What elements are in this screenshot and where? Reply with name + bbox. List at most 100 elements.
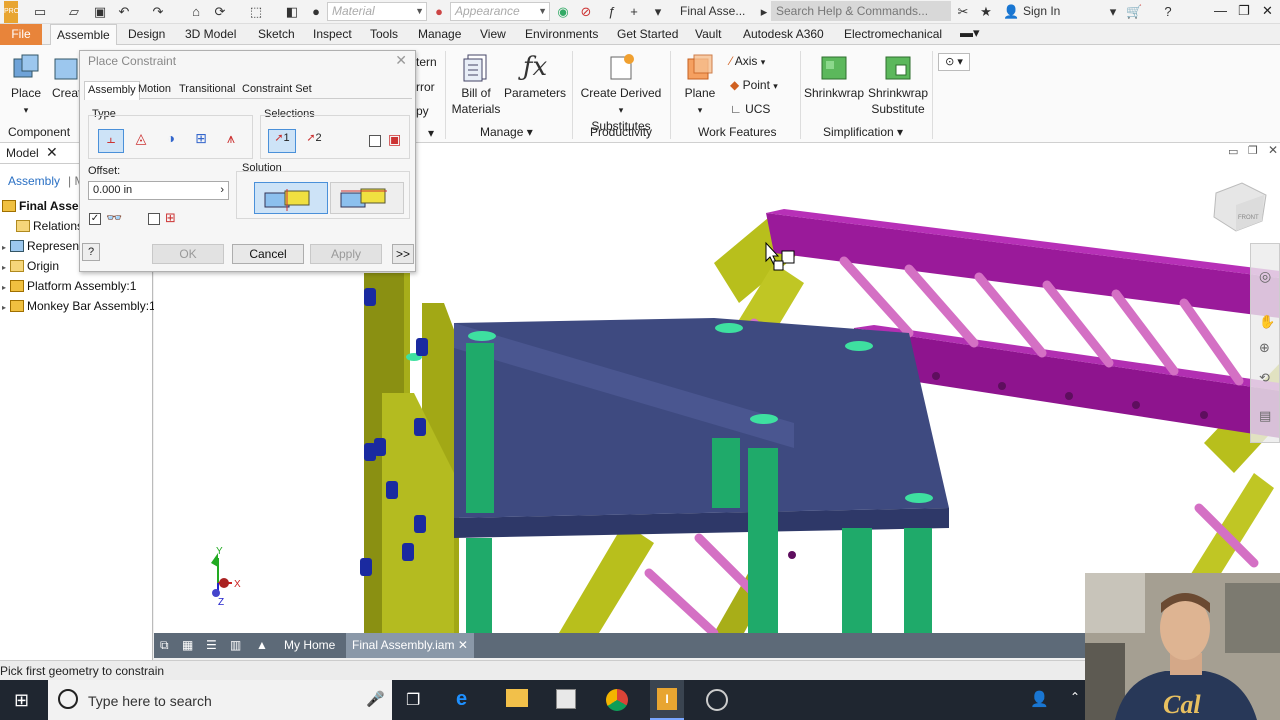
tile-vertical-icon[interactable]: ⧉ [160, 638, 169, 653]
show-preview-checkbox[interactable]: ✓ [89, 213, 101, 225]
people-icon[interactable]: 👤 [1030, 690, 1049, 708]
tile-grid-icon[interactable]: ▦ [182, 638, 193, 652]
clear-appearance-icon[interactable]: ⊘ [578, 4, 594, 20]
redo-icon[interactable]: ↷ [150, 4, 166, 20]
tab-assemble[interactable]: Assemble [50, 24, 117, 46]
manage-group-label[interactable]: Manage ▾ [480, 125, 533, 139]
windows-start-icon[interactable]: ⊞ [14, 690, 29, 711]
mate-constraint-button[interactable]: ⫠ [98, 129, 124, 153]
save-icon[interactable]: ▣ [92, 4, 108, 20]
tab-manage[interactable]: Manage [418, 27, 461, 41]
look-at-icon[interactable]: ▤ [1259, 408, 1271, 424]
tab-vault[interactable]: Vault [695, 27, 721, 41]
open-documents-icon[interactable]: ▲ [256, 638, 268, 652]
tree-item-representations[interactable]: ▸ Represen [2, 239, 79, 253]
place-button[interactable]: Place ▾ [8, 51, 44, 118]
predict-offset-checkbox[interactable] [148, 213, 160, 225]
edge-icon[interactable]: e [456, 688, 467, 711]
restore-icon[interactable]: ❐ [1238, 3, 1250, 19]
shrinkwrap-button[interactable]: Shrinkwrap [804, 51, 864, 101]
offset-arrow-icon[interactable]: › [220, 182, 224, 199]
insert-constraint-button[interactable]: ⊞ [188, 129, 214, 153]
panel-toggle-icon[interactable]: ▬▾ [960, 25, 980, 41]
tab-view[interactable]: View [480, 27, 506, 41]
steering-wheel-icon[interactable]: ◎ [1259, 268, 1271, 285]
browser-tab-assembly[interactable]: Assembly [8, 174, 60, 188]
pick-part-first-checkbox[interactable] [369, 135, 381, 147]
show-hidden-icons-icon[interactable]: ⌃ [1070, 690, 1080, 704]
create-derived-substitutes-button[interactable]: Create Derived ▾ Substitutes [578, 51, 664, 134]
tab-environments[interactable]: Environments [525, 27, 598, 41]
favorites-star-icon[interactable]: ★ [978, 4, 994, 20]
tab-3d-model[interactable]: 3D Model [185, 27, 236, 41]
task-view-icon[interactable]: ❐ [406, 690, 420, 710]
plane-button[interactable]: Plane ▾ [680, 51, 720, 118]
tab-autodesk-a360[interactable]: Autodesk A360 [743, 27, 824, 41]
tab-assembly[interactable]: Assembly [84, 81, 140, 100]
ok-button[interactable]: OK [152, 244, 224, 264]
viewport-restore-icon[interactable]: ❐ [1248, 144, 1258, 157]
fx-icon[interactable]: ƒ [604, 4, 620, 20]
new-icon[interactable]: ▭ [32, 4, 48, 20]
bill-of-materials-button[interactable]: Bill of Materials [450, 51, 502, 117]
chrome-icon[interactable] [606, 689, 628, 711]
tab-get-started[interactable]: Get Started [617, 27, 678, 41]
help-search-input[interactable]: Search Help & Commands... [771, 1, 951, 21]
cascade-icon[interactable]: ▥ [230, 638, 241, 652]
user-icon[interactable]: 👤 [1003, 4, 1019, 20]
browser-close-icon[interactable]: ✕ [46, 144, 58, 161]
tangent-constraint-button[interactable]: ◑ [158, 129, 184, 153]
color-icon[interactable]: ● [431, 4, 447, 20]
symmetry-constraint-button[interactable]: ⩚ [218, 129, 244, 153]
cart-icon[interactable]: 🛒 [1126, 4, 1142, 20]
inventor-taskbar-icon[interactable]: I [650, 680, 684, 720]
tree-item-monkey-bar-assembly[interactable]: ▸ Monkey Bar Assembly:1 [2, 299, 156, 313]
help-icon[interactable]: ? [82, 243, 100, 261]
tree-item-platform-assembly[interactable]: ▸ Platform Assembly:1 [2, 279, 136, 293]
tab-tools[interactable]: Tools [370, 27, 398, 41]
expand-arrow-icon[interactable]: ▸ [756, 4, 772, 20]
appearance-combo[interactable]: Appearance ▼ [450, 2, 550, 21]
tile-horizontal-icon[interactable]: ☰ [206, 638, 217, 652]
update-icon[interactable]: ⟳ [212, 4, 228, 20]
ucs-button[interactable]: ∟ UCS [730, 101, 770, 117]
binoculars-icon[interactable]: ✂ [955, 4, 971, 20]
inventor-logo-icon[interactable]: PRO [4, 1, 19, 23]
shrinkwrap-substitute-button[interactable]: Shrinkwrap Substitute [866, 51, 930, 117]
pattern-button[interactable]: tern [416, 54, 437, 70]
point-button[interactable]: ◆ Point ▾ [730, 77, 778, 94]
material-combo[interactable]: Material ▼ [327, 2, 427, 21]
adjust-icon[interactable]: ◉ [555, 4, 571, 20]
viewcube[interactable] [1213, 182, 1267, 232]
undo-icon[interactable]: ↶ [116, 4, 132, 20]
dialog-close-icon[interactable]: ✕ [395, 52, 407, 69]
appearance-sphere-icon[interactable]: ● [308, 4, 324, 20]
plus-icon[interactable]: + [626, 4, 642, 20]
viewport-close-icon[interactable]: ✕ [1268, 143, 1278, 157]
selection-2-button[interactable]: ➚2 [300, 129, 328, 153]
create-button[interactable]: Creat [52, 51, 82, 101]
tab-final-assembly[interactable]: Final Assembly.iam ✕ [346, 633, 474, 658]
open-icon[interactable]: ▱ [66, 4, 82, 20]
mirror-button[interactable]: rror [416, 79, 435, 95]
tree-item-relations[interactable]: Relations [8, 219, 83, 233]
more-button[interactable]: >> [392, 244, 414, 264]
tab-file[interactable]: File [0, 24, 42, 45]
angle-constraint-button[interactable]: ◬ [128, 129, 154, 153]
microphone-icon[interactable]: 🎤 [366, 690, 385, 708]
minimize-icon[interactable]: — [1214, 3, 1227, 18]
select-icon[interactable]: ⬚ [248, 4, 264, 20]
orbit-icon[interactable]: ⟲ [1259, 370, 1270, 386]
simplification-group-label[interactable]: Simplification ▾ [823, 125, 903, 139]
file-explorer-icon[interactable] [506, 689, 528, 707]
parameters-button[interactable]: ƒx Parameters [504, 51, 566, 101]
tree-root-final-assembly[interactable]: Final Assem [2, 199, 89, 213]
copy-button[interactable]: py [416, 103, 429, 119]
taskbar-search[interactable]: Type here to search 🎤 [48, 680, 392, 720]
tab-design[interactable]: Design [128, 27, 165, 41]
zoom-icon[interactable]: ⊕ [1259, 340, 1270, 356]
tab-my-home[interactable]: My Home [284, 638, 335, 652]
offset-input[interactable]: 0.000 in › [88, 181, 229, 200]
customize-icon[interactable]: ▾ [650, 4, 666, 20]
tab-inspect[interactable]: Inspect [313, 27, 352, 41]
